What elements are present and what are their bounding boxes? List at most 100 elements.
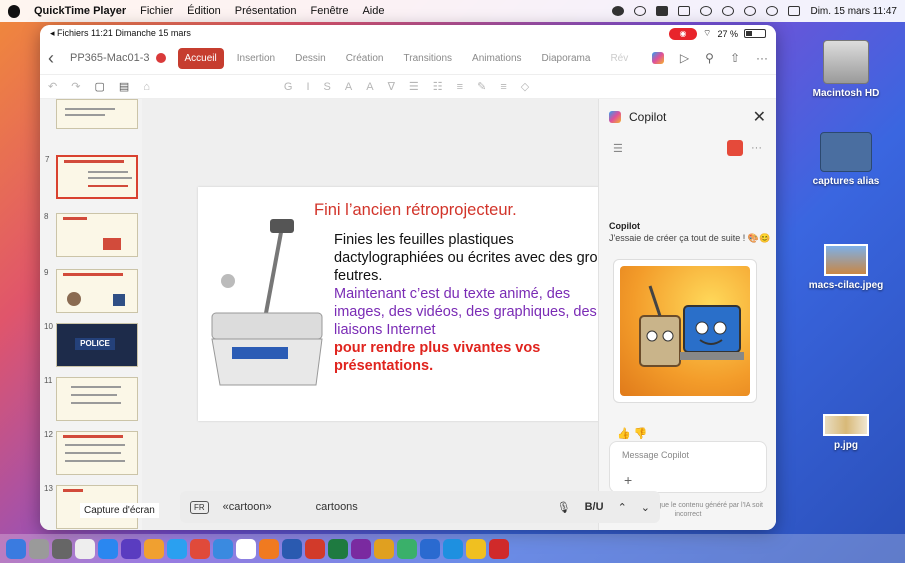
slide-thumb-6[interactable] (56, 99, 138, 129)
onenote-icon[interactable] (351, 538, 371, 559)
creative-cloud-icon[interactable] (612, 6, 625, 16)
highlight-icon[interactable]: ∇ (388, 80, 395, 93)
p-jpg-file[interactable]: p.jpg (791, 414, 901, 451)
paste-icon[interactable]: ▢ (94, 80, 104, 93)
settings-icon[interactable] (52, 538, 72, 559)
close-icon[interactable]: ✕ (753, 107, 766, 127)
tab-revision[interactable]: Rév (603, 48, 635, 69)
record-icon[interactable] (634, 6, 647, 16)
underline-icon[interactable]: S (324, 81, 331, 93)
slide-thumb-10[interactable]: 10 POLICE (44, 322, 138, 367)
launchpad-icon[interactable] (29, 538, 49, 559)
suggestion-2[interactable]: cartoons (316, 501, 358, 513)
display-icon[interactable] (678, 6, 691, 16)
slide-body[interactable]: Finies les feuilles plastiques dactylogr… (334, 231, 610, 375)
spotlight-icon[interactable] (766, 6, 779, 16)
font-size-icon[interactable]: A (345, 81, 352, 93)
indent-icon[interactable]: ≡ (457, 81, 463, 93)
add-icon[interactable]: + (624, 472, 632, 488)
slide-thumb-12[interactable]: 12 (44, 430, 138, 475)
slide-thumb-8[interactable]: 8 (44, 212, 138, 257)
menu-edition[interactable]: Édition (187, 5, 221, 17)
tab-diaporama[interactable]: Diaporama (535, 48, 598, 69)
italic-icon[interactable]: I (306, 81, 309, 93)
wifi-icon[interactable] (722, 6, 735, 16)
tab-accueil[interactable]: Accueil (177, 47, 224, 69)
app-store-icon[interactable] (98, 538, 118, 559)
apple-icon[interactable] (8, 4, 20, 18)
reaction-icons[interactable]: 👍 👎 (617, 427, 647, 440)
tab-animations[interactable]: Animations (465, 48, 528, 69)
slide-thumb-9[interactable]: 9 (44, 268, 138, 313)
tab-insertion[interactable]: Insertion (230, 48, 282, 69)
chevron-up-icon[interactable]: ⌃ (618, 501, 627, 514)
calendar-icon[interactable] (236, 538, 256, 559)
menu-aide[interactable]: Aide (362, 5, 384, 17)
mic-icon[interactable]: 🎙 (557, 501, 571, 514)
current-slide[interactable]: Fini l’ancien rétroprojecteur. Finies le… (198, 187, 614, 421)
document-name[interactable]: PP365-Mac01-3 (70, 52, 150, 64)
pages-icon[interactable] (259, 538, 279, 559)
undo-icon[interactable]: ↶ (48, 80, 57, 93)
pen-icon[interactable]: ✎ (477, 80, 486, 93)
numbering-icon[interactable]: ☷ (433, 80, 443, 93)
keyboard-language[interactable]: FR (190, 500, 209, 514)
slide-thumb-7[interactable]: 7 (45, 155, 138, 199)
shapes-icon[interactable]: ◇ (521, 80, 529, 93)
tab-dessin[interactable]: Dessin (288, 48, 333, 69)
menu-presentation[interactable]: Présentation (235, 5, 297, 17)
app-icon[interactable] (190, 538, 210, 559)
play-icon[interactable]: ▷ (680, 51, 689, 65)
app-icon[interactable] (443, 538, 463, 559)
notes-icon[interactable] (466, 538, 486, 559)
suggestion-1[interactable]: «cartoon» (223, 501, 272, 513)
more-icon[interactable]: ··· (751, 142, 762, 154)
app-name[interactable]: QuickTime Player (34, 5, 126, 17)
share-icon[interactable]: ⇧ (730, 51, 740, 65)
mail-icon[interactable] (213, 538, 233, 559)
finder-icon[interactable] (6, 538, 26, 559)
menu-icon[interactable]: ☰ (613, 142, 623, 155)
imovie-icon[interactable] (121, 538, 141, 559)
new-slide-icon[interactable]: ▤ (119, 80, 129, 93)
excel-icon[interactable] (328, 538, 348, 559)
menu-fenetre[interactable]: Fenêtre (311, 5, 349, 17)
photos-icon[interactable] (144, 538, 164, 559)
screen-icon[interactable] (656, 6, 669, 16)
acrobat-icon[interactable] (489, 538, 509, 559)
tab-creation[interactable]: Création (339, 48, 391, 69)
format-button[interactable]: B/U (585, 501, 604, 513)
app-icon[interactable] (374, 538, 394, 559)
control-center-icon[interactable] (788, 6, 801, 16)
bold-icon[interactable]: G (284, 81, 293, 93)
menubar-clock[interactable]: Dim. 15 mars 11:47 (810, 6, 897, 17)
generated-image[interactable] (613, 259, 757, 403)
macintosh-hd[interactable]: Macintosh HD (791, 40, 901, 99)
menu-fichier[interactable]: Fichier (140, 5, 173, 17)
app-icon[interactable] (420, 538, 440, 559)
slide-canvas[interactable]: Fini l’ancien rétroprojecteur. Finies le… (142, 99, 614, 530)
back-chevron-icon[interactable]: ‹ (48, 48, 70, 69)
control-icon[interactable] (700, 6, 713, 16)
slide-title[interactable]: Fini l’ancien rétroprojecteur. (314, 201, 517, 220)
slide-thumb-11[interactable]: 11 (44, 376, 138, 421)
captures-alias[interactable]: captures alias (791, 132, 901, 187)
macs-cilac-file[interactable]: macs-cilac.jpeg (791, 244, 901, 291)
search-icon[interactable]: ⚲ (705, 51, 714, 65)
word-icon[interactable] (282, 538, 302, 559)
more-icon[interactable]: ··· (756, 51, 768, 65)
bullets-icon[interactable]: ☰ (409, 80, 419, 93)
tab-transitions[interactable]: Transitions (397, 48, 460, 69)
format-painter-icon[interactable]: ⌂ (143, 81, 150, 93)
align-icon[interactable]: ≡ (500, 81, 506, 93)
clock-icon[interactable] (744, 6, 757, 16)
new-chat-icon[interactable] (727, 140, 743, 156)
safari-icon[interactable] (167, 538, 187, 559)
messages-icon[interactable] (397, 538, 417, 559)
back-to-files[interactable]: ◂ Fichiers 11:21 Dimanche 15 mars (50, 28, 191, 39)
powerpoint-icon[interactable] (305, 538, 325, 559)
quicktime-icon[interactable] (75, 538, 95, 559)
redo-icon[interactable]: ↷ (71, 80, 80, 93)
copilot-input[interactable]: Message Copilot + (609, 441, 767, 493)
font-color-icon[interactable]: A (366, 81, 373, 93)
